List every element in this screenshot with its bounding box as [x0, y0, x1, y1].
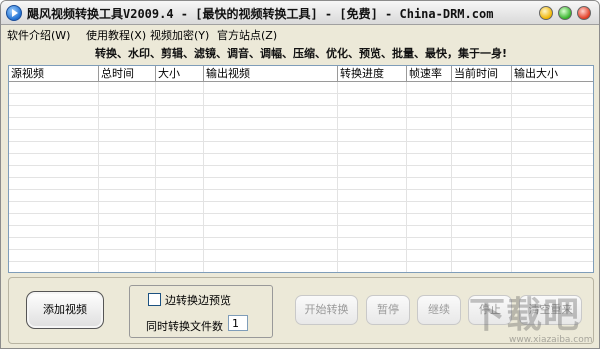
stop-button[interactable]: 停止 — [468, 295, 512, 325]
window-title: 飓风视频转换工具V2009.4 - [最快的视频转换工具] - [免费] - C… — [27, 7, 494, 21]
concurrent-files-label: 同时转换文件数 — [146, 320, 223, 333]
table-cell — [9, 178, 512, 190]
clear-restart-button[interactable]: 清空重来 — [519, 295, 582, 325]
close-button[interactable] — [577, 6, 591, 20]
col-header-total-time[interactable]: 总时间 — [99, 66, 156, 82]
table-cell — [9, 190, 512, 202]
table-cell — [9, 154, 512, 166]
title-bar[interactable]: 飓风视频转换工具V2009.4 - [最快的视频转换工具] - [免费] - C… — [1, 1, 599, 25]
col-header-progress[interactable]: 转换进度 — [338, 66, 407, 82]
table-row[interactable] — [9, 106, 593, 118]
table-row[interactable] — [9, 94, 593, 106]
feature-slogan: 转换、水印、剪辑、滤镜、调音、调幅、压缩、优化、预览、批量、最快，集于一身! — [94, 47, 507, 60]
table-row[interactable] — [9, 250, 593, 262]
minimize-button[interactable] — [539, 6, 553, 20]
maximize-button[interactable] — [558, 6, 572, 20]
table-row[interactable] — [9, 154, 593, 166]
table-row[interactable] — [9, 130, 593, 142]
table-cell — [9, 262, 512, 272]
conversion-list[interactable]: 源视频 总时间 大小 输出视频 转换进度 帧速率 当前时间 输出大小 — [8, 65, 594, 273]
menu-item-software-intro[interactable]: 软件介绍(W) — [7, 27, 70, 43]
control-panel: 添加视频 边转换边预览 同时转换文件数 开始转换 暂停 继续 停止 清空重来 — [8, 277, 594, 344]
col-header-frame-rate[interactable]: 帧速率 — [407, 66, 452, 82]
preview-checkbox-label[interactable]: 边转换边预览 — [165, 292, 231, 308]
table-row[interactable] — [9, 226, 593, 238]
conversion-options-box: 边转换边预览 同时转换文件数 — [129, 285, 273, 338]
table-cell — [9, 226, 512, 238]
menu-bar: 软件介绍(W) 使用教程(X) 视频加密(Y) 官方站点(Z) — [1, 25, 599, 43]
table-cell — [9, 142, 512, 154]
table-row[interactable] — [9, 262, 593, 272]
menu-item-official-site[interactable]: 官方站点(Z) — [217, 27, 277, 43]
table-row[interactable] — [9, 238, 593, 250]
table-cell — [9, 94, 512, 106]
col-header-source-video[interactable]: 源视频 — [9, 66, 99, 82]
col-header-output-video[interactable]: 输出视频 — [204, 66, 338, 82]
table-row[interactable] — [9, 214, 593, 226]
table-cell — [9, 214, 512, 226]
table-row[interactable] — [9, 202, 593, 214]
col-header-current-time[interactable]: 当前时间 — [452, 66, 512, 82]
table-row[interactable] — [9, 142, 593, 154]
pause-button[interactable]: 暂停 — [366, 295, 410, 325]
start-convert-button[interactable]: 开始转换 — [295, 295, 358, 325]
table-row[interactable] — [9, 190, 593, 202]
table-row[interactable] — [9, 82, 593, 94]
col-header-output-size[interactable]: 输出大小 — [512, 66, 593, 82]
preview-checkbox[interactable] — [148, 293, 161, 306]
table-row[interactable] — [9, 118, 593, 130]
col-header-size[interactable]: 大小 — [156, 66, 204, 82]
table-cell — [9, 82, 512, 94]
app-play-icon — [6, 5, 22, 21]
menu-item-video-encrypt[interactable]: 视频加密(Y) — [150, 27, 209, 43]
app-window: 飓风视频转换工具V2009.4 - [最快的视频转换工具] - [免费] - C… — [0, 0, 600, 349]
table-cell — [9, 118, 512, 130]
table-header: 源视频 总时间 大小 输出视频 转换进度 帧速率 当前时间 输出大小 — [9, 66, 593, 82]
table-cell — [9, 202, 512, 214]
table-cell — [9, 238, 512, 250]
table-row[interactable] — [9, 166, 593, 178]
concurrent-files-input[interactable] — [228, 315, 248, 331]
table-cell — [9, 166, 512, 178]
add-video-button[interactable]: 添加视频 — [26, 291, 104, 329]
resume-button[interactable]: 继续 — [417, 295, 461, 325]
table-cell — [9, 106, 512, 118]
table-row[interactable] — [9, 178, 593, 190]
menu-item-tutorial[interactable]: 使用教程(X) — [86, 27, 146, 43]
table-cell — [9, 130, 512, 142]
table-cell — [9, 250, 512, 262]
